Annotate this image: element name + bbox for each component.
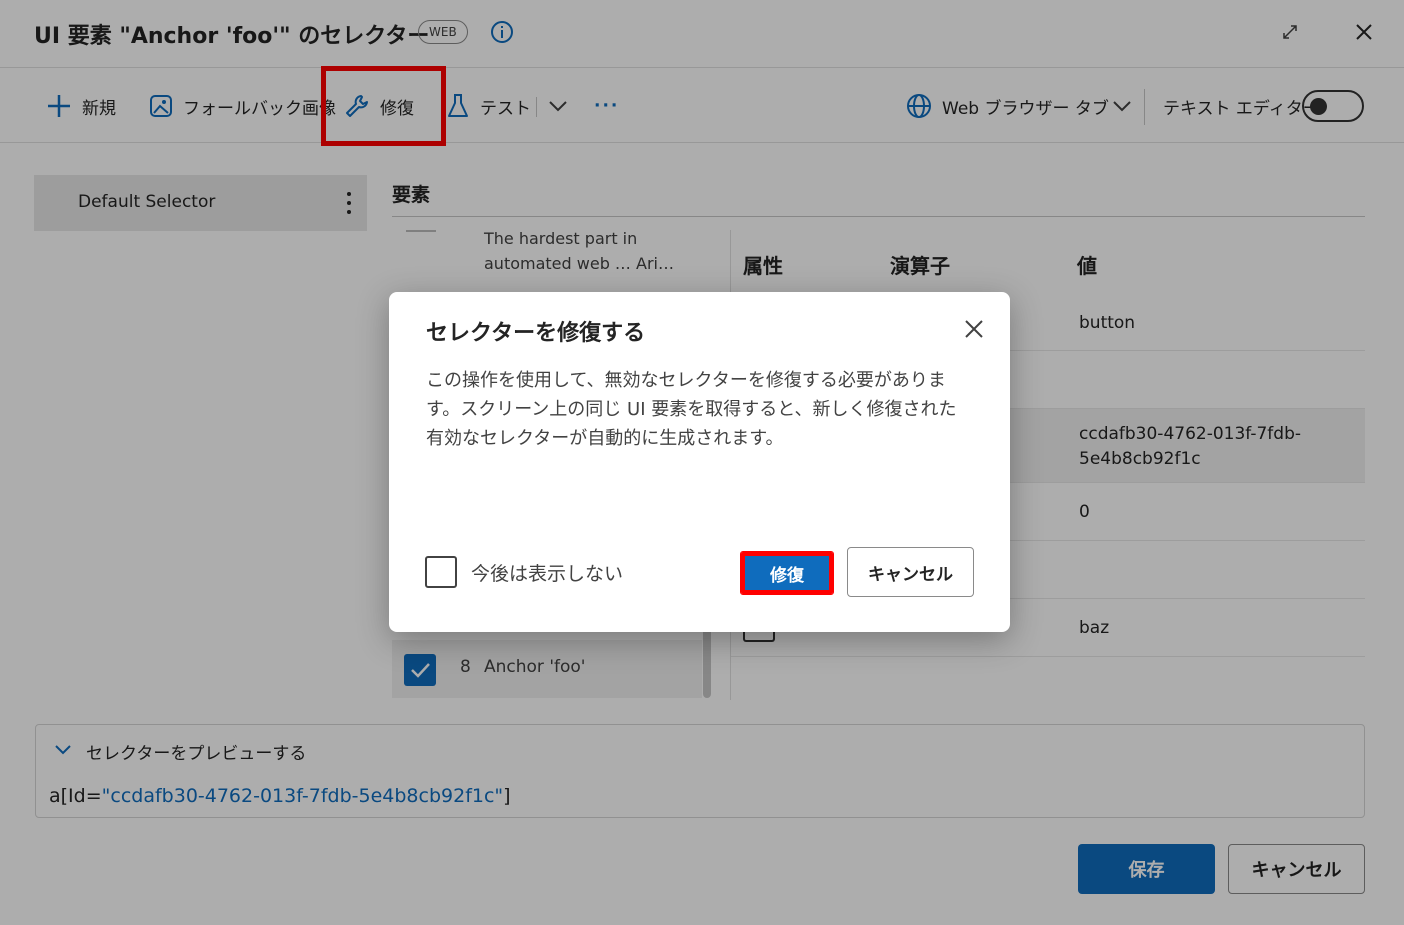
dialog-title: セレクターを修復する — [426, 321, 646, 346]
repair-selector-dialog: セレクターを修復する この操作を使用して、無効なセレクターを修復する必要がありま… — [389, 292, 1010, 632]
dialog-body: この操作を使用して、無効なセレクターを修復する必要があります。スクリーン上の同じ… — [426, 370, 957, 449]
dialog-repair-button[interactable]: 修復 — [740, 551, 834, 595]
dont-show-again-checkbox[interactable] — [425, 556, 457, 588]
dialog-cancel-button[interactable]: キャンセル — [847, 547, 974, 597]
dont-show-again-label[interactable]: 今後は表示しない — [471, 559, 623, 586]
dialog-close-icon[interactable] — [963, 318, 985, 340]
